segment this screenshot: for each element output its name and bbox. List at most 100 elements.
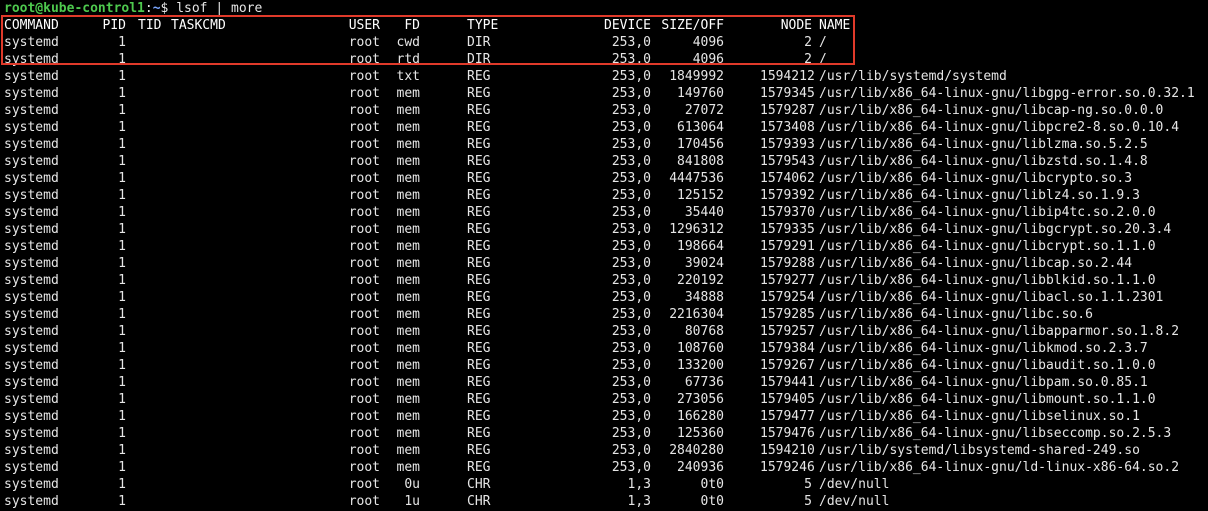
cell-type: REG — [467, 341, 491, 356]
cell-fd: mem — [396, 120, 420, 135]
table-row: systemd 1 root mem REG 253,0 240936 1579246/usr… — [0, 459, 1208, 476]
cell-type: REG — [467, 375, 491, 390]
cell-name: /usr/lib/x86_64-linux-gnu/libc.so.6 — [819, 307, 1093, 322]
cell-command: systemd — [4, 273, 59, 288]
cell-size: 125152 — [677, 188, 724, 203]
cell-command: systemd — [4, 171, 59, 186]
cell-fd: mem — [396, 86, 420, 101]
cell-name: /dev/null — [819, 494, 890, 509]
cell-type: REG — [467, 222, 491, 237]
cell-pid: 1 — [118, 273, 126, 288]
cell-type: CHR — [467, 477, 491, 492]
table-row: systemd 1 root mem REG 253,0 220192 1579277/usr… — [0, 272, 1208, 289]
cell-fd: mem — [396, 443, 420, 458]
cell-command: systemd — [4, 188, 59, 203]
table-row: systemd 1 root mem REG 253,0 133200 1579267/usr… — [0, 357, 1208, 374]
table-row: systemd 1 root mem REG 253,0 67736 1579441/usr/… — [0, 374, 1208, 391]
cell-type: REG — [467, 307, 491, 322]
cell-fd: mem — [396, 273, 420, 288]
cell-user: root — [348, 120, 380, 135]
cell-pid: 1 — [118, 205, 126, 220]
header-type: TYPE — [467, 18, 499, 33]
cell-node: 1579393 — [760, 137, 815, 152]
cell-node: 5 — [804, 494, 812, 509]
cell-fd: mem — [396, 103, 420, 118]
cell-size: 35440 — [684, 205, 724, 220]
cell-user: root — [348, 290, 380, 305]
cell-fd: mem — [396, 409, 420, 424]
cell-name: /usr/lib/x86_64-linux-gnu/libcap.so.2.44 — [819, 256, 1133, 271]
table-row: systemd 1 root mem REG 253,0 1296312 1579335/us… — [0, 221, 1208, 238]
cell-pid: 1 — [118, 222, 126, 237]
cell-fd: mem — [396, 205, 420, 220]
table-row: systemd 1 root txt REG 253,0 1849992 1594212/us… — [0, 68, 1208, 85]
cell-node: 1573408 — [760, 120, 815, 135]
cell-fd: 1u — [404, 494, 420, 509]
cell-fd: mem — [396, 239, 420, 254]
cell-command: systemd — [4, 35, 59, 50]
cell-fd: mem — [396, 154, 420, 169]
cell-name: /usr/lib/x86_64-linux-gnu/libaudit.so.1.… — [819, 358, 1156, 373]
cell-command: systemd — [4, 392, 59, 407]
cell-size: 125360 — [677, 426, 724, 441]
cell-size: 170456 — [677, 137, 724, 152]
cell-name: /usr/lib/x86_64-linux-gnu/libmount.so.1.… — [819, 392, 1156, 407]
cell-user: root — [348, 324, 380, 339]
table-row: systemd 1 root cwd DIR 253,0 4096 2/ — [0, 34, 1208, 51]
table-row: systemd 1 root mem REG 253,0 149760 1579345/usr… — [0, 85, 1208, 102]
cell-fd: 0u — [404, 477, 420, 492]
cell-type: REG — [467, 426, 491, 441]
cell-command: systemd — [4, 52, 59, 67]
table-row: systemd 1 root mem REG 253,0 2840280 1594210/us… — [0, 442, 1208, 459]
table-row: systemd 1 root mem REG 253,0 39024 1579288/usr/… — [0, 255, 1208, 272]
cell-name: /usr/lib/x86_64-linux-gnu/libpcre2-8.so.… — [819, 120, 1180, 135]
cell-name: /usr/lib/systemd/libsystemd-shared-249.s… — [819, 443, 1140, 458]
cell-command: systemd — [4, 137, 59, 152]
cell-pid: 1 — [118, 426, 126, 441]
cell-size: 27072 — [684, 103, 724, 118]
table-row: systemd 1 root rtd DIR 253,0 4096 2/ — [0, 51, 1208, 68]
cell-pid: 1 — [118, 443, 126, 458]
table-row: systemd 1 root mem REG 253,0 166280 1579477/usr… — [0, 408, 1208, 425]
cell-node: 1574062 — [760, 171, 815, 186]
cell-command: systemd — [4, 494, 59, 509]
cell-type: REG — [467, 69, 491, 84]
cell-size: 4447536 — [669, 171, 724, 186]
cell-pid: 1 — [118, 120, 126, 135]
cell-node: 1579335 — [760, 222, 815, 237]
cell-fd: mem — [396, 188, 420, 203]
cell-fd: mem — [396, 222, 420, 237]
table-header: COMMAND PID TID TASKCMD USER FD TYPE DEV… — [0, 17, 1208, 34]
cell-command: systemd — [4, 69, 59, 84]
table-row: systemd 1 root mem REG 253,0 198664 1579291/usr… — [0, 238, 1208, 255]
cell-size: 67736 — [684, 375, 724, 390]
table-row: systemd 1 root mem REG 253,0 613064 1573408/usr… — [0, 119, 1208, 136]
cell-node: 2 — [804, 35, 812, 50]
cell-name: / — [819, 52, 827, 67]
cell-size: 2840280 — [669, 443, 724, 458]
cell-pid: 1 — [118, 307, 126, 322]
cell-type: REG — [467, 273, 491, 288]
cell-size: 166280 — [677, 409, 724, 424]
cell-pid: 1 — [118, 477, 126, 492]
cell-command: systemd — [4, 477, 59, 492]
cell-size: 240936 — [677, 460, 724, 475]
cell-size: 0t0 — [700, 494, 724, 509]
cell-pid: 1 — [118, 35, 126, 50]
terminal-window[interactable]: root@kube-control1:~$ lsof | more COMMAN… — [0, 0, 1208, 511]
cell-name: /usr/lib/x86_64-linux-gnu/libpam.so.0.85… — [819, 375, 1148, 390]
cell-command: systemd — [4, 222, 59, 237]
cell-node: 1579291 — [760, 239, 815, 254]
cell-name: / — [819, 35, 827, 50]
cell-type: REG — [467, 443, 491, 458]
cell-command: systemd — [4, 103, 59, 118]
cell-name: /usr/lib/x86_64-linux-gnu/liblz4.so.1.9.… — [819, 188, 1140, 203]
cell-pid: 1 — [118, 188, 126, 203]
cell-name: /usr/lib/x86_64-linux-gnu/libip4tc.so.2.… — [819, 205, 1156, 220]
cell-command: systemd — [4, 409, 59, 424]
cell-size: 4096 — [692, 52, 724, 67]
header-size: SIZE/OFF — [661, 18, 724, 33]
cell-size: 4096 — [692, 35, 724, 50]
cell-fd: mem — [396, 137, 420, 152]
cell-node: 1579287 — [760, 103, 815, 118]
